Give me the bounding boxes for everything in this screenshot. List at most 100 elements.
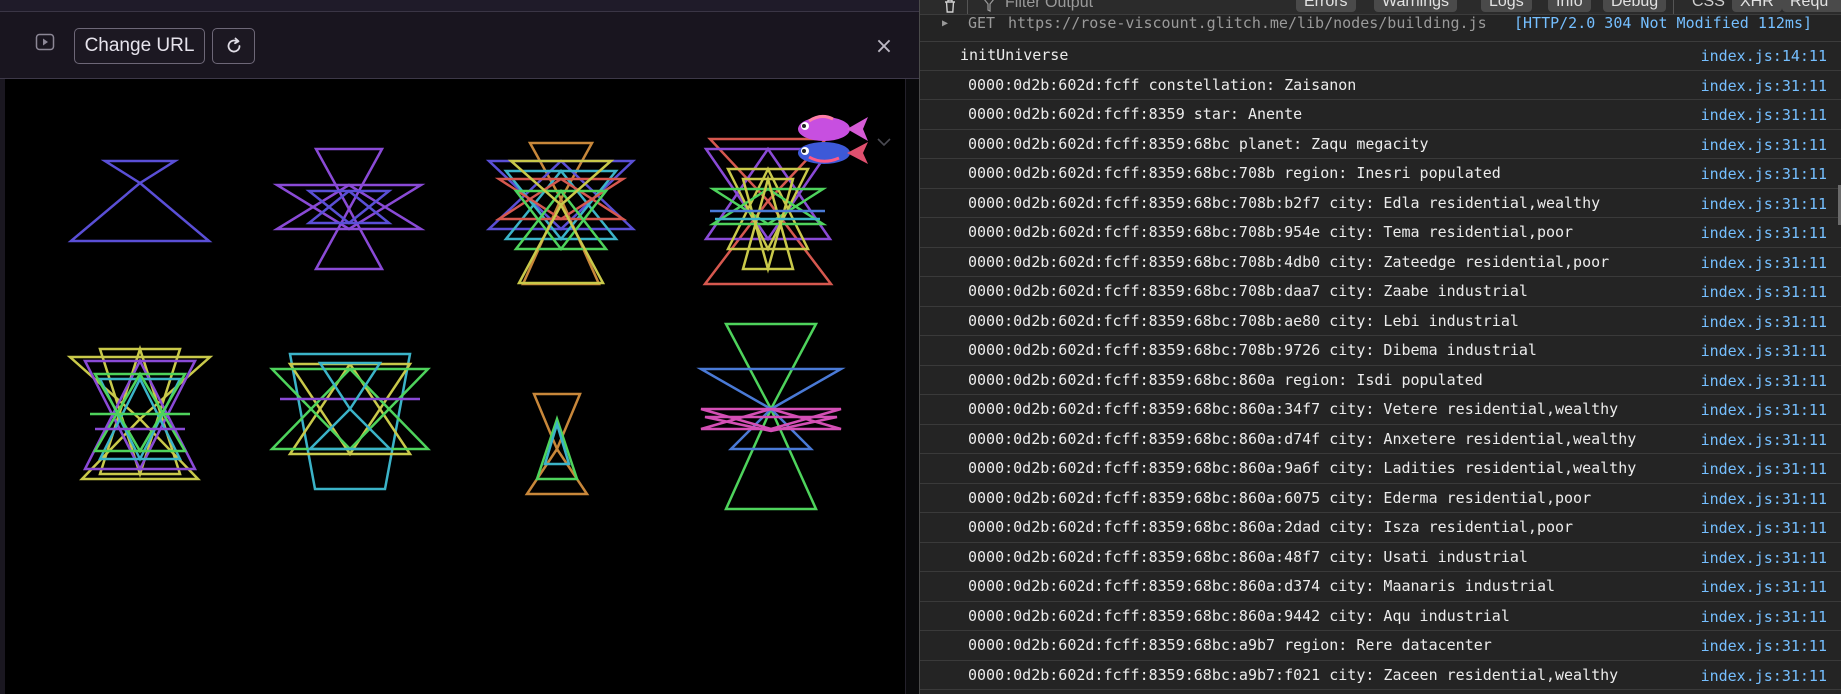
filter-logs-button[interactable]: Logs [1481, 0, 1532, 12]
log-row: 0000:0d2b:602d:fcff:8359:68bc:708b regio… [920, 159, 1841, 189]
chevron-down-icon[interactable] [876, 137, 892, 147]
shapes-drawing [66, 137, 846, 511]
filter-xhr-button[interactable]: XHR [1732, 0, 1782, 12]
log-row: 0000:0d2b:602d:fcff:8359:68bc:a9b7 regio… [920, 631, 1841, 661]
log-row: 0000:0d2b:602d:fcff:8359:68bc:860a:d374 … [920, 572, 1841, 602]
log-row: 0000:0d2b:602d:fcff:8359:68bc:708b:954e … [920, 218, 1841, 248]
log-message: initUniverse [960, 46, 1069, 64]
log-row: 0000:0d2b:602d:fcff:8359:68bc:a9b7:f021 … [920, 661, 1841, 690]
console-toolbar: Errors Warnings Logs Info Debug CSS XHR … [920, 0, 1841, 15]
log-message: 0000:0d2b:602d:fcff:8359:68bc:708b:daa7 … [968, 282, 1528, 300]
show-panel-button[interactable] [33, 31, 57, 53]
log-source-link[interactable]: index.js:31:11 [1701, 195, 1827, 213]
log-source-link[interactable]: index.js:31:11 [1701, 460, 1827, 478]
trapezoid-shape [288, 352, 412, 491]
log-row: 0000:0d2b:602d:fcff:8359:68bc:860a:9442 … [920, 602, 1841, 631]
log-row: 0000:0d2b:602d:fcff:8359:68bc:708b:4db0 … [920, 248, 1841, 277]
log-message: 0000:0d2b:602d:fcff:8359:68bc:708b:b2f7 … [968, 193, 1601, 212]
triangle-shape [100, 159, 180, 185]
trash-icon[interactable] [942, 0, 958, 14]
log-row: 0000:0d2b:602d:fcff:8359:68bc:708b:9726 … [920, 336, 1841, 366]
request-url[interactable]: https://rose-viscount.glitch.me/lib/node… [1008, 14, 1487, 32]
filter-output-input[interactable] [1005, 0, 1285, 14]
log-source-link[interactable]: index.js:31:11 [1701, 519, 1827, 537]
network-request-row[interactable]: ▶ GET https://rose-viscount.glitch.me/li… [920, 14, 1841, 42]
log-row: 0000:0d2b:602d:fcff:8359:68bc:860a:34f7 … [920, 395, 1841, 425]
log-row: 0000:0d2b:602d:fcff:8359:68bc:708b:daa7 … [920, 277, 1841, 307]
log-message: 0000:0d2b:602d:fcff:8359:68bc:860a:d374 … [968, 577, 1555, 595]
console-panel: Errors Warnings Logs Info Debug CSS XHR … [920, 0, 1841, 694]
request-status: [HTTP/2.0 304 Not Modified 112ms] [1514, 14, 1813, 32]
log-source-link[interactable]: index.js:31:11 [1701, 165, 1827, 183]
log-message: 0000:0d2b:602d:fcff:8359:68bc:708b regio… [968, 164, 1501, 182]
toolbar-overflow-button[interactable] [1828, 0, 1841, 12]
log-message: 0000:0d2b:602d:fcff:8359:68bc:860a:34f7 … [968, 400, 1619, 418]
log-row: 0000:0d2b:602d:fcff:8359:68bc:708b:b2f7 … [920, 189, 1841, 218]
log-source-link[interactable]: index.js:31:11 [1701, 106, 1827, 124]
log-row: 0000:0d2b:602d:fcff:8359:68bc:708b:ae80 … [920, 307, 1841, 336]
log-row: 0000:0d2b:602d:fcff:8359:68bc:860a:48f7 … [920, 543, 1841, 572]
log-source-link[interactable]: index.js:31:11 [1701, 431, 1827, 449]
refresh-icon [227, 37, 240, 53]
log-source-link[interactable]: index.js:31:11 [1701, 342, 1827, 360]
log-source-link[interactable]: index.js:31:11 [1701, 401, 1827, 419]
log-source-link[interactable]: index.js:31:11 [1701, 608, 1827, 626]
log-row: 0000:0d2b:602d:fcff constellation: Zaisa… [920, 71, 1841, 100]
log-source-link[interactable]: index.js:31:11 [1701, 313, 1827, 331]
refresh-button[interactable] [212, 28, 255, 64]
triangle-shape [524, 446, 590, 496]
filter-info-button[interactable]: Info [1548, 0, 1591, 12]
expand-triangle-icon[interactable]: ▶ [942, 18, 948, 29]
log-message: 0000:0d2b:602d:fcff:8359:68bc:a9b7 regio… [968, 636, 1492, 654]
log-message: 0000:0d2b:602d:fcff:8359:68bc:860a:6075 … [968, 488, 1592, 507]
log-message: 0000:0d2b:602d:fcff:8359:68bc:a9b7:f021 … [968, 665, 1619, 684]
filter-css-button[interactable]: CSS [1684, 0, 1733, 12]
log-message: 0000:0d2b:602d:fcff:8359:68bc:860a regio… [968, 370, 1483, 389]
log-message: 0000:0d2b:602d:fcff:8359:68bc:708b:9726 … [968, 341, 1537, 359]
log-source-link[interactable]: index.js:31:11 [1701, 667, 1827, 685]
log-message: 0000:0d2b:602d:fcff:8359:68bc:708b:954e … [968, 223, 1574, 241]
log-source-link[interactable]: index.js:14:11 [1701, 47, 1827, 65]
triangle-shape [66, 355, 214, 421]
log-source-link[interactable]: index.js:31:11 [1701, 549, 1827, 567]
log-source-link[interactable]: index.js:31:11 [1701, 578, 1827, 596]
toolbar-separator [967, 0, 968, 14]
log-source-link[interactable]: index.js:31:11 [1701, 77, 1827, 95]
filter-errors-button[interactable]: Errors [1296, 0, 1356, 12]
triangle-shape [67, 181, 213, 243]
log-message: 0000:0d2b:602d:fcff:8359:68bc:860a:2dad … [968, 518, 1574, 536]
log-message: 0000:0d2b:602d:fcff:8359:68bc:708b:4db0 … [968, 252, 1610, 271]
log-row: 0000:0d2b:602d:fcff:8359:68bc planet: Za… [920, 130, 1841, 159]
log-message: 0000:0d2b:602d:fcff:8359:68bc:860a:9a6f … [968, 459, 1637, 477]
log-row: 0000:0d2b:602d:fcff:8359:68bc:860a regio… [920, 366, 1841, 395]
log-row: 0000:0d2b:602d:fcff:8359:68bc:860a:d74f … [920, 425, 1841, 454]
preview-scroll-gutter [905, 79, 919, 694]
filter-warnings-button[interactable]: Warnings [1374, 0, 1457, 12]
log-source-link[interactable]: index.js:31:11 [1701, 136, 1827, 154]
log-source-link[interactable]: index.js:31:11 [1701, 254, 1827, 272]
triangle-shape [723, 322, 819, 412]
filter-icon [984, 0, 994, 12]
log-row: 0000:0d2b:602d:fcff:8359 star: Anente ind… [920, 100, 1841, 130]
preview-top-bar [0, 0, 919, 12]
log-message: 0000:0d2b:602d:fcff:8359:68bc planet: Za… [968, 134, 1429, 153]
log-message: 0000:0d2b:602d:fcff constellation: Zaisa… [968, 75, 1357, 94]
log-row: initUniverse index.js:14:11 [920, 41, 1841, 71]
log-message: 0000:0d2b:602d:fcff:8359:68bc:860a:48f7 … [968, 547, 1528, 566]
filter-debug-button[interactable]: Debug [1603, 0, 1667, 12]
log-message: 0000:0d2b:602d:fcff:8359:68bc:860a:d74f … [968, 429, 1637, 448]
log-source-link[interactable]: index.js:31:11 [1701, 224, 1827, 242]
log-source-link[interactable]: index.js:31:11 [1701, 372, 1827, 390]
triangle-shape [313, 206, 385, 271]
triangle-shape [306, 407, 394, 451]
log-message: 0000:0d2b:602d:fcff:8359 star: Anente [968, 105, 1303, 123]
close-icon[interactable]: × [873, 36, 895, 58]
log-source-link[interactable]: index.js:31:11 [1701, 637, 1827, 655]
app-window: Change URL × Filter Output Errors Warnin… [0, 0, 1841, 694]
change-url-button[interactable]: Change URL [74, 28, 205, 64]
preview-pane: Change URL × [0, 0, 919, 694]
fish-icon[interactable] [791, 111, 869, 175]
log-source-link[interactable]: index.js:31:11 [1701, 283, 1827, 301]
log-source-link[interactable]: index.js:31:11 [1701, 490, 1827, 508]
triangle-shape [521, 195, 601, 286]
